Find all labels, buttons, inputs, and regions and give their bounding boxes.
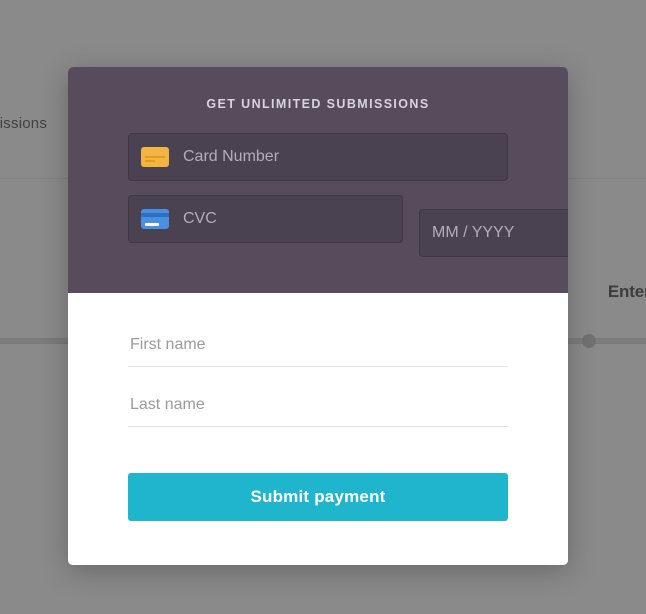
first-name-input[interactable]	[128, 315, 508, 367]
expiry-field[interactable]	[419, 209, 568, 257]
submit-payment-button[interactable]: Submit payment	[128, 473, 508, 521]
credit-card-back-icon	[141, 209, 169, 229]
modal-title: GET UNLIMITED SUBMISSIONS	[128, 97, 508, 111]
cvc-field[interactable]	[128, 195, 403, 243]
modal-name-section: Submit payment	[68, 293, 568, 565]
credit-card-front-icon	[141, 147, 169, 167]
expiry-input[interactable]	[432, 224, 568, 242]
payment-modal: GET UNLIMITED SUBMISSIONS Submit payment	[68, 67, 568, 565]
modal-overlay[interactable]: GET UNLIMITED SUBMISSIONS Submit payment	[0, 0, 646, 614]
card-number-input[interactable]	[183, 148, 495, 166]
cvc-input[interactable]	[183, 210, 390, 228]
modal-card-section: GET UNLIMITED SUBMISSIONS	[68, 67, 568, 293]
last-name-input[interactable]	[128, 375, 508, 427]
card-number-field[interactable]	[128, 133, 508, 181]
